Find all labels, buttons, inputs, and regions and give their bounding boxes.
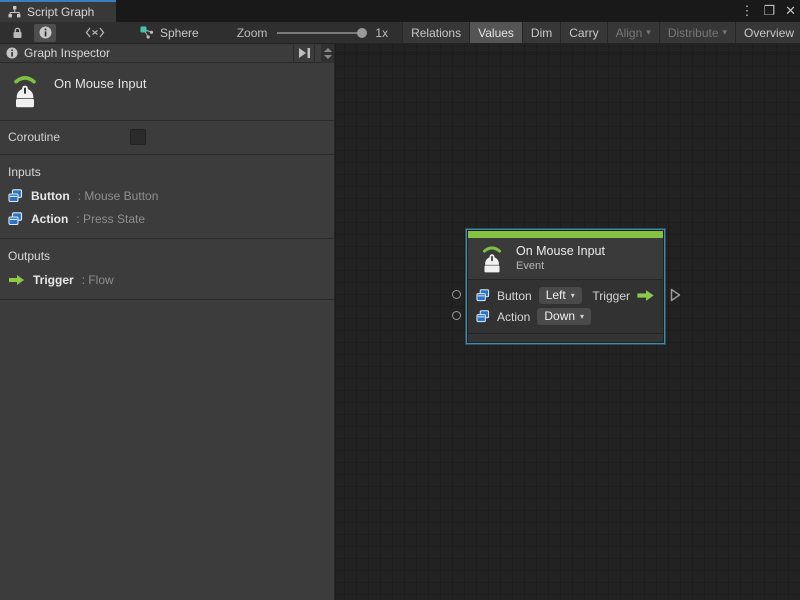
value-port-icon xyxy=(476,289,490,302)
button-port-row: Button Left▾ Trigger xyxy=(476,285,655,306)
node-body: Button Left▾ Trigger xyxy=(468,279,663,333)
inputs-header: Inputs xyxy=(8,165,326,179)
window-menu-icon[interactable]: ⋮ xyxy=(740,3,753,19)
list-item: Action : Press State xyxy=(8,212,326,226)
panel-scroll-arrows[interactable] xyxy=(321,44,334,63)
button-input-port[interactable] xyxy=(452,290,461,299)
coroutine-checkbox[interactable] xyxy=(130,129,146,145)
value-port-icon xyxy=(8,189,23,203)
inspector-title: Graph Inspector xyxy=(24,46,287,60)
code-icon xyxy=(85,27,105,38)
node-footer xyxy=(468,333,663,342)
button-port-label: Button xyxy=(497,289,532,303)
graph-reference-label[interactable]: Sphere xyxy=(160,26,199,40)
chevron-down-icon: ▾ xyxy=(580,312,584,321)
values-button[interactable]: Values xyxy=(469,22,522,43)
value-port-icon xyxy=(476,310,490,323)
distribute-dropdown-button[interactable]: Distribute▾ xyxy=(659,22,735,43)
graph-asset-icon xyxy=(140,26,154,39)
lock-button[interactable] xyxy=(6,24,28,42)
mouse-input-icon xyxy=(8,72,42,108)
graph-hierarchy-icon xyxy=(8,6,21,18)
flow-arrow-icon xyxy=(8,274,25,286)
coroutine-row: Coroutine xyxy=(0,121,334,155)
chevron-down-icon: ▾ xyxy=(646,27,651,38)
action-input-port[interactable] xyxy=(452,311,461,320)
inspector-toggle-button[interactable] xyxy=(34,24,56,42)
unit-title: On Mouse Input xyxy=(54,72,147,91)
graph-toolbar: Sphere Zoom 1x Relations Values Dim Carr… xyxy=(0,22,800,44)
zoom-slider[interactable] xyxy=(277,32,365,34)
dock-panel-button[interactable] xyxy=(293,45,315,62)
align-dropdown-button[interactable]: Align▾ xyxy=(607,22,659,43)
tab-label: Script Graph xyxy=(27,5,94,19)
action-port-label: Action xyxy=(497,310,530,324)
chevron-down-icon: ▾ xyxy=(723,27,728,38)
lock-icon xyxy=(12,27,23,39)
zoom-value: 1x xyxy=(375,26,388,40)
info-icon xyxy=(6,47,18,59)
inputs-section: Inputs Button : Mouse Button Action : Pr… xyxy=(0,155,334,239)
graph-inspector-panel: Graph Inspector On Mouse Input xyxy=(0,44,335,600)
inspector-header: Graph Inspector xyxy=(0,44,334,63)
graph-canvas[interactable]: On Mouse Input Event Button Left▾ xyxy=(335,44,800,600)
tab-script-graph[interactable]: Script Graph xyxy=(0,0,116,22)
overview-button[interactable]: Overview xyxy=(735,22,800,43)
carry-button[interactable]: Carry xyxy=(560,22,606,43)
node-title: On Mouse Input xyxy=(516,244,605,258)
button-value-dropdown[interactable]: Left▾ xyxy=(539,287,582,304)
list-item: Trigger : Flow xyxy=(8,273,326,287)
dim-button[interactable]: Dim xyxy=(522,22,560,43)
node-subtitle: Event xyxy=(516,260,605,272)
outputs-header: Outputs xyxy=(8,249,326,263)
relations-button[interactable]: Relations xyxy=(402,22,469,43)
zoom-slider-handle[interactable] xyxy=(357,28,367,38)
maximize-icon[interactable]: ❐ xyxy=(763,3,775,19)
outputs-section: Outputs Trigger : Flow xyxy=(0,239,334,300)
node-header[interactable]: On Mouse Input Event xyxy=(468,238,663,279)
coroutine-label: Coroutine xyxy=(8,130,130,144)
list-item: Button : Mouse Button xyxy=(8,189,326,203)
selected-unit-summary: On Mouse Input xyxy=(0,63,334,121)
value-port-icon xyxy=(8,212,23,226)
arrow-up-icon xyxy=(324,48,332,52)
trigger-port-label: Trigger xyxy=(592,289,630,303)
trigger-output-port[interactable] xyxy=(670,288,681,302)
title-bar: Script Graph ⋮ ❐ ✕ xyxy=(0,0,800,22)
dock-right-icon xyxy=(298,48,311,58)
arrow-down-icon xyxy=(324,55,332,59)
zoom-label: Zoom xyxy=(237,26,268,40)
close-icon[interactable]: ✕ xyxy=(785,3,796,19)
info-icon xyxy=(39,26,52,39)
mouse-input-icon xyxy=(478,243,506,273)
chevron-down-icon: ▾ xyxy=(571,291,575,300)
code-preview-button[interactable] xyxy=(84,24,106,42)
on-mouse-input-node[interactable]: On Mouse Input Event Button Left▾ xyxy=(466,229,665,344)
toolbar-buttons: Relations Values Dim Carry Align▾ Distri… xyxy=(402,22,800,43)
flow-arrow-icon[interactable] xyxy=(636,289,655,302)
action-value-dropdown[interactable]: Down▾ xyxy=(537,308,591,325)
action-port-row: Action Down▾ xyxy=(476,306,655,327)
node-accent-bar xyxy=(468,231,663,238)
